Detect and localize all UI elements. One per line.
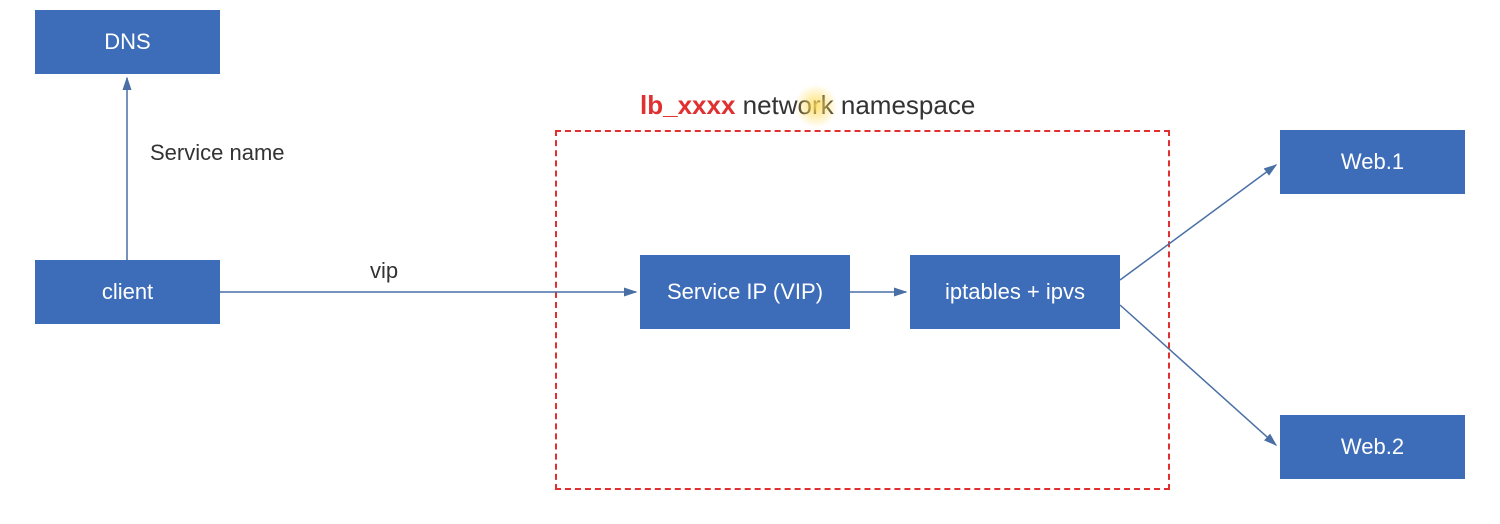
node-web1: Web.1 (1280, 130, 1465, 194)
node-dns-label: DNS (104, 29, 150, 55)
node-dns: DNS (35, 10, 220, 74)
node-web2-label: Web.2 (1341, 434, 1404, 460)
node-vip-label: Service IP (VIP) (667, 279, 823, 305)
edge-label-service-name: Service name (150, 140, 285, 166)
node-client-label: client (102, 279, 153, 305)
namespace-title: lb_xxxx network namespace (640, 90, 975, 121)
node-web2: Web.2 (1280, 415, 1465, 479)
node-web1-label: Web.1 (1341, 149, 1404, 175)
node-client: client (35, 260, 220, 324)
namespace-title-accent: lb_xxxx (640, 90, 735, 120)
namespace-title-rest: network namespace (735, 90, 975, 120)
node-iptables: iptables + ipvs (910, 255, 1120, 329)
edge-label-vip: vip (370, 258, 398, 284)
node-vip: Service IP (VIP) (640, 255, 850, 329)
node-iptables-label: iptables + ipvs (945, 279, 1085, 305)
